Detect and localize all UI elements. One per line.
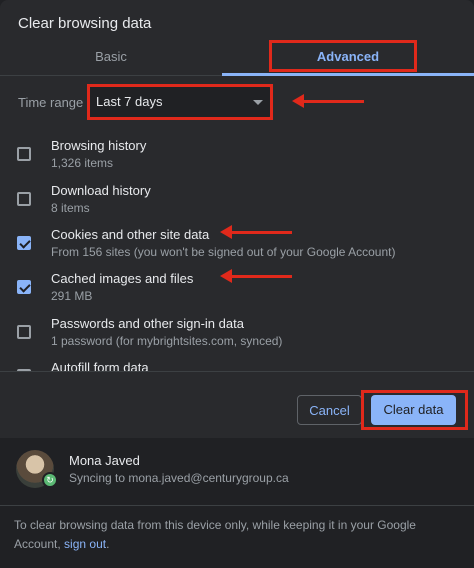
tab-basic[interactable]: Basic xyxy=(0,40,222,74)
account-sync-status: Syncing to mona.javed@centurygroup.ca xyxy=(69,471,289,485)
data-type-list[interactable]: Browsing history 1,326 items Download hi… xyxy=(0,128,474,372)
item-subtitle: From 156 sites (you won't be signed out … xyxy=(51,245,396,259)
sign-out-link[interactable]: sign out xyxy=(64,537,106,551)
dialog-title: Clear browsing data xyxy=(18,15,152,32)
item-title: Browsing history xyxy=(51,138,147,153)
time-range-label: Time range xyxy=(18,95,84,110)
list-divider xyxy=(0,371,474,372)
sync-icon: ↻ xyxy=(42,472,58,488)
item-subtitle: 8 items xyxy=(51,201,90,215)
browsing-history-checkbox[interactable] xyxy=(17,147,31,161)
item-title: Passwords and other sign-in data xyxy=(51,316,244,331)
footer-note: To clear browsing data from this device … xyxy=(14,516,460,554)
account-name: Mona Javed xyxy=(69,453,140,468)
account-section: ↻ Mona Javed Syncing to mona.javed@centu… xyxy=(0,438,474,498)
footer-end: . xyxy=(106,537,110,551)
item-title: Cookies and other site data xyxy=(51,227,210,242)
account-divider xyxy=(0,505,474,506)
item-subtitle: 291 MB xyxy=(51,289,93,303)
active-tab-indicator xyxy=(222,73,474,76)
cached-images-checkbox[interactable] xyxy=(17,280,31,294)
arrow-cookies-icon xyxy=(220,225,292,239)
cookies-checkbox[interactable] xyxy=(17,236,31,250)
clear-data-highlight xyxy=(361,390,468,430)
item-subtitle: 1 password (for mybrightsites.com, synce… xyxy=(51,334,283,348)
item-title: Download history xyxy=(51,183,151,198)
time-range-highlight xyxy=(87,84,273,120)
item-title: Cached images and files xyxy=(51,271,194,286)
item-subtitle: 1,326 items xyxy=(51,156,114,170)
passwords-checkbox[interactable] xyxy=(17,325,31,339)
advanced-tab-highlight xyxy=(269,40,417,72)
arrow-cache-icon xyxy=(220,269,292,283)
arrow-time-range-icon xyxy=(292,94,364,108)
download-history-checkbox[interactable] xyxy=(17,192,31,206)
cancel-button[interactable]: Cancel xyxy=(297,395,362,425)
